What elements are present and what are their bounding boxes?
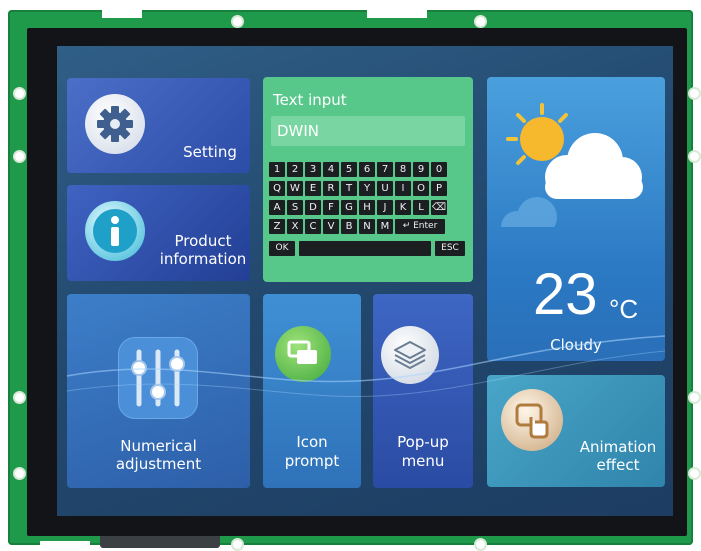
- temperature-unit: °C: [609, 294, 639, 324]
- key-row1-9[interactable]: 0: [431, 162, 447, 177]
- icon-prompt-label-line1: Icon: [296, 433, 328, 451]
- key-row3-2[interactable]: D: [305, 200, 321, 215]
- mount-hole: [476, 17, 485, 26]
- key-row3-7[interactable]: K: [395, 200, 411, 215]
- key-row4-6[interactable]: M: [377, 219, 393, 234]
- key-row3-9[interactable]: ⌫: [431, 200, 447, 215]
- key-row1-0[interactable]: 1: [269, 162, 285, 177]
- key-row2-3[interactable]: R: [323, 181, 339, 196]
- key-row1-6[interactable]: 7: [377, 162, 393, 177]
- mount-hole: [690, 89, 699, 98]
- text-input-field[interactable]: DWIN: [271, 116, 465, 146]
- keyboard-row-asdf: A S D F G H J K L ⌫: [269, 200, 447, 215]
- key-row1-3[interactable]: 4: [323, 162, 339, 177]
- pcb-notch-bottom: [40, 541, 90, 551]
- key-row3-4[interactable]: G: [341, 200, 357, 215]
- tile-animation-effect[interactable]: Animation effect: [487, 375, 665, 487]
- key-row1-8[interactable]: 9: [413, 162, 429, 177]
- key-row2-1[interactable]: W: [287, 181, 303, 196]
- key-row4-1[interactable]: X: [287, 219, 303, 234]
- esc-key[interactable]: ESC: [435, 241, 465, 256]
- setting-label: Setting: [183, 143, 237, 161]
- tile-product-information[interactable]: Product information: [67, 185, 250, 281]
- key-row3-8[interactable]: L: [413, 200, 429, 215]
- animation-label-line1: Animation: [579, 438, 657, 456]
- key-row3-6[interactable]: J: [377, 200, 393, 215]
- key-row1-1[interactable]: 2: [287, 162, 303, 177]
- key-row2-9[interactable]: P: [431, 181, 447, 196]
- gear-icon: [85, 94, 145, 154]
- mount-hole: [476, 540, 485, 549]
- sliders-icon: [119, 338, 197, 418]
- mount-hole: [15, 393, 24, 402]
- pcb-notch-right: [367, 8, 427, 18]
- mount-hole: [15, 152, 24, 161]
- key-row3-3[interactable]: F: [323, 200, 339, 215]
- product-label-line1: Product: [174, 232, 232, 250]
- key-row4-0[interactable]: Z: [269, 219, 285, 234]
- mount-hole: [690, 393, 699, 402]
- key-row3-0[interactable]: A: [269, 200, 285, 215]
- key-row1-4[interactable]: 5: [341, 162, 357, 177]
- key-row4-2[interactable]: C: [305, 219, 321, 234]
- window-icon: [275, 326, 331, 382]
- tile-setting[interactable]: Setting: [67, 78, 250, 173]
- key-row2-8[interactable]: O: [413, 181, 429, 196]
- key-row2-5[interactable]: Y: [359, 181, 375, 196]
- tile-weather: 23 °C Cloudy: [487, 77, 665, 361]
- touch-screen: Setting Product information Text input D…: [57, 46, 673, 516]
- key-row2-0[interactable]: Q: [269, 181, 285, 196]
- key-row1-5[interactable]: 6: [359, 162, 375, 177]
- text-input-title: Text input: [273, 91, 347, 109]
- ok-key[interactable]: OK: [269, 241, 295, 256]
- key-row2-6[interactable]: U: [377, 181, 393, 196]
- enter-key[interactable]: ↵ Enter: [395, 219, 445, 234]
- icon-prompt-label-line2: prompt: [284, 452, 340, 470]
- temperature-value: 23: [533, 262, 598, 327]
- key-row1-7[interactable]: 8: [395, 162, 411, 177]
- key-row2-7[interactable]: I: [395, 181, 411, 196]
- space-key[interactable]: [299, 241, 431, 256]
- tile-text-input: Text input DWIN 1234567890 QWERTYUIOP AS…: [263, 77, 473, 282]
- keyboard-row-numbers: 1234567890: [269, 162, 447, 177]
- numerical-label-line1: Numerical: [120, 437, 197, 455]
- keyboard-row-qwerty: QWERTYUIOP: [269, 181, 447, 196]
- key-row4-3[interactable]: V: [323, 219, 339, 234]
- tile-popup-menu[interactable]: Pop-up menu: [373, 294, 473, 488]
- pcb-notch-left: [102, 8, 142, 18]
- product-label-line2: information: [159, 250, 247, 268]
- mount-hole: [233, 540, 242, 549]
- mount-hole: [690, 152, 699, 161]
- tile-numerical-adjustment[interactable]: Numerical adjustment: [67, 294, 250, 488]
- flex-cable: [100, 536, 220, 548]
- key-row4-5[interactable]: N: [359, 219, 375, 234]
- animation-label-line2: effect: [596, 456, 640, 474]
- key-row1-2[interactable]: 3: [305, 162, 321, 177]
- touch-icon: [501, 389, 563, 451]
- text-input-value: DWIN: [277, 122, 320, 140]
- mount-hole: [15, 89, 24, 98]
- layers-icon: [381, 326, 439, 384]
- sun-cloud-icon: [501, 103, 643, 227]
- keyboard-row-zxcv: ZXCVBNM: [269, 219, 393, 234]
- weather-condition: Cloudy: [550, 336, 602, 354]
- mount-hole: [233, 17, 242, 26]
- key-row2-4[interactable]: T: [341, 181, 357, 196]
- popup-label-line2: menu: [401, 452, 445, 470]
- tile-icon-prompt[interactable]: Icon prompt: [263, 294, 361, 488]
- mount-hole: [690, 469, 699, 478]
- info-icon: [85, 201, 145, 261]
- popup-label-line1: Pop-up: [397, 433, 449, 451]
- key-row2-2[interactable]: E: [305, 181, 321, 196]
- key-row3-5[interactable]: H: [359, 200, 375, 215]
- mount-hole: [15, 469, 24, 478]
- key-row4-4[interactable]: B: [341, 219, 357, 234]
- numerical-label-line2: adjustment: [115, 455, 202, 473]
- key-row3-1[interactable]: S: [287, 200, 303, 215]
